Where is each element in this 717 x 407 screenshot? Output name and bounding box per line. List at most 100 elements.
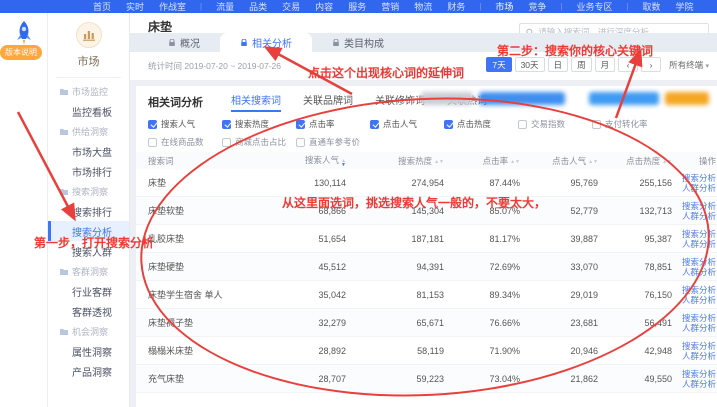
table-header: 搜索词 搜索人气▲▼ 搜索热度▲▼ 点击率▲▼ 点击人气▲▼ 点击热度▲▼ 操作 (136, 152, 717, 169)
search-analysis-link[interactable]: 搜索分析 (682, 229, 716, 239)
sort-icon[interactable]: ▲▼ (588, 160, 598, 164)
metric-mall-click-share[interactable]: 商城点击占比 (222, 136, 296, 148)
redacted-control[interactable] (421, 92, 473, 105)
crowd-analysis-link[interactable]: 人群分析 (682, 183, 716, 193)
sort-icon[interactable]: ▲▼ (510, 160, 520, 164)
crowd-analysis-link[interactable]: 人群分析 (682, 295, 716, 305)
table-row: 床垫软垫 68,866 145,304 85.07% 52,779 132,71… (136, 197, 717, 225)
search-analysis-link[interactable]: 搜索分析 (682, 173, 716, 183)
sidebar-section-market-monitor: 市场监控 (48, 81, 129, 101)
search-analysis-link[interactable]: 搜索分析 (682, 369, 716, 379)
sidebar-item-search-analysis[interactable]: 搜索分析 (48, 221, 129, 241)
checkbox-icon[interactable] (222, 120, 231, 129)
crowd-analysis-link[interactable]: 人群分析 (682, 351, 716, 361)
col-search-heat[interactable]: 搜索热度▲▼ (346, 155, 444, 167)
table-row: 乳胶床垫 51,654 187,181 81.17% 39,887 95,387… (136, 225, 717, 253)
subtab-modifier-words[interactable]: 关联修饰词 (375, 92, 425, 112)
lock-icon (168, 39, 176, 47)
sort-icon[interactable]: ▲▼ (662, 160, 672, 164)
crowd-analysis-link[interactable]: 人群分析 (682, 323, 716, 333)
col-search-popularity[interactable]: 搜索人气▲▼ (268, 154, 346, 167)
checkbox-icon[interactable] (296, 120, 305, 129)
table-row: 床垫 130,114 274,954 87.44% 95,769 255,156… (136, 169, 717, 197)
cell-click-popularity: 29,019 (520, 290, 598, 300)
crowd-analysis-link[interactable]: 人群分析 (682, 211, 716, 221)
search-analysis-link[interactable]: 搜索分析 (682, 285, 716, 295)
checkbox-icon[interactable] (222, 138, 231, 147)
range-7d-button[interactable]: 7天 (486, 57, 511, 72)
panel-header: 相关词分析 相关搜索词 关联品牌词 关联修饰词 关联热词 (136, 92, 717, 112)
cell-search-popularity: 51,654 (268, 234, 346, 244)
checkbox-icon[interactable] (148, 120, 157, 129)
tab-related-analysis[interactable]: 相关分析 (220, 33, 312, 52)
range-week-button[interactable]: 周 (571, 57, 592, 72)
sidebar-item-search-crowd[interactable]: 搜索人群 (48, 241, 129, 261)
metric-click-popularity[interactable]: 点击人气 (370, 118, 444, 130)
range-day-button[interactable]: 日 (548, 57, 569, 72)
metric-trade-index[interactable]: 交易指数 (518, 118, 592, 130)
cell-click-heat: 49,550 (598, 374, 672, 384)
checkbox-icon[interactable] (592, 120, 601, 129)
col-ctr[interactable]: 点击率▲▼ (444, 155, 520, 167)
crowd-analysis-link[interactable]: 人群分析 (682, 239, 716, 249)
redacted-toolbar (421, 92, 709, 105)
range-month-button[interactable]: 月 (595, 57, 616, 72)
main-header: 床垫 概况 相关分析 类目构成 统计时间 2019-07-20 ~ 2019-0… (130, 13, 717, 80)
checkbox-icon[interactable] (444, 120, 453, 129)
cell-click-popularity: 20,946 (520, 346, 598, 356)
next-period-button[interactable]: › (641, 57, 661, 72)
prev-period-button[interactable]: ‹ (618, 57, 638, 72)
subtab-brand-words[interactable]: 关联品牌词 (303, 92, 353, 112)
metric-checkbox-row-1: 搜索人气 搜索热度 点击率 点击人气 点击热度 交易指数 支付转化率 (148, 118, 666, 130)
cell-search-heat: 58,119 (346, 346, 444, 356)
sidebar-app-label: 市场 (48, 53, 129, 69)
cell-ctr: 71.90% (444, 346, 520, 356)
metric-online-products[interactable]: 在线商品数 (148, 136, 222, 148)
metric-search-heat[interactable]: 搜索热度 (222, 118, 296, 130)
cell-click-heat: 255,156 (598, 178, 672, 188)
metric-ctr[interactable]: 点击率 (296, 118, 370, 130)
search-analysis-link[interactable]: 搜索分析 (682, 341, 716, 351)
version-badge[interactable]: 版本说明 (0, 45, 42, 60)
sidebar-section-customer-insight: 客群洞察 (48, 261, 129, 281)
tab-category-composition[interactable]: 类目构成 (312, 33, 404, 52)
sidebar-menu: 市场监控 监控看板 供给洞察 市场大盘 市场排行 搜索洞察 搜索排行 搜索分析 … (48, 81, 129, 381)
redacted-control[interactable] (479, 92, 565, 105)
sidebar-item-market-rank[interactable]: 市场排行 (48, 161, 129, 181)
subtab-related-search-words[interactable]: 相关搜索词 (231, 92, 281, 112)
sidebar-item-search-rank[interactable]: 搜索排行 (48, 201, 129, 221)
sidebar-item-customer-perspective[interactable]: 客群透视 (48, 301, 129, 321)
col-click-popularity[interactable]: 点击人气▲▼ (520, 155, 598, 167)
sort-icon[interactable]: ▲▼ (434, 160, 444, 164)
checkbox-icon[interactable] (148, 138, 157, 147)
redacted-control[interactable] (665, 92, 709, 105)
sidebar-item-market-overview[interactable]: 市场大盘 (48, 141, 129, 161)
cell-search-heat: 145,304 (346, 206, 444, 216)
crowd-analysis-link[interactable]: 人群分析 (682, 379, 716, 389)
checkbox-icon[interactable] (296, 138, 305, 147)
sidebar-item-industry-customers[interactable]: 行业客群 (48, 281, 129, 301)
metric-click-heat[interactable]: 点击热度 (444, 118, 518, 130)
range-30d-button[interactable]: 30天 (515, 57, 545, 72)
sidebar-item-monitor-board[interactable]: 监控看板 (48, 101, 129, 121)
redacted-control[interactable] (589, 92, 659, 105)
checkbox-icon[interactable] (518, 120, 527, 129)
search-analysis-link[interactable]: 搜索分析 (682, 313, 716, 323)
cell-click-popularity: 39,887 (520, 234, 598, 244)
sidebar-item-attribute-insight[interactable]: 属性洞察 (48, 341, 129, 361)
crowd-analysis-link[interactable]: 人群分析 (682, 267, 716, 277)
cell-search-heat: 81,153 (346, 290, 444, 300)
metric-checkbox-row-2: 在线商品数 商城点击占比 直通车参考价 (148, 136, 370, 148)
metric-ztc-reference-price[interactable]: 直通车参考价 (296, 136, 370, 148)
sidebar-item-product-insight[interactable]: 产品洞察 (48, 361, 129, 381)
terminal-filter-dropdown[interactable]: 所有终端 ▾ (669, 59, 709, 71)
metric-search-popularity[interactable]: 搜索人气 (148, 118, 222, 130)
cell-search-heat: 65,671 (346, 318, 444, 328)
checkbox-icon[interactable] (370, 120, 379, 129)
search-analysis-link[interactable]: 搜索分析 (682, 201, 716, 211)
search-analysis-link[interactable]: 搜索分析 (682, 257, 716, 267)
col-click-heat[interactable]: 点击热度▲▼ (598, 155, 672, 167)
app-screen: 首页 实时 作战室 | 流量 品类 交易 内容 服务 营销 物流 财务 | 市场… (0, 0, 717, 407)
metric-pay-conversion[interactable]: 支付转化率 (592, 118, 666, 130)
tab-overview[interactable]: 概况 (148, 33, 220, 52)
